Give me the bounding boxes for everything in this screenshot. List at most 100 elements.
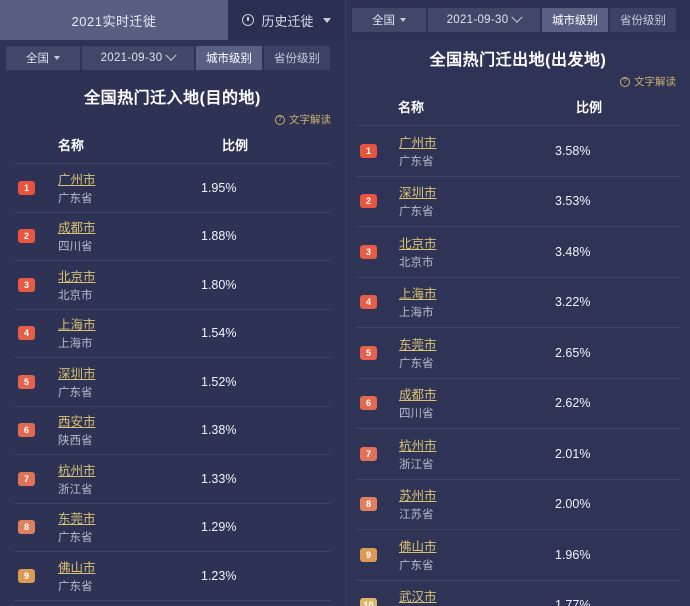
table-row[interactable]: 10苏州市江苏省1.20% bbox=[14, 599, 331, 606]
table-row[interactable]: 6 西安市 陕西省 1.38% bbox=[14, 405, 331, 455]
rank-badge: 10 bbox=[360, 598, 377, 606]
city-link[interactable]: 苏州市 bbox=[399, 489, 437, 505]
rank-badge: 7 bbox=[18, 471, 35, 486]
city-link[interactable]: 佛山市 bbox=[58, 561, 96, 577]
city-link[interactable]: 深圳市 bbox=[58, 367, 96, 383]
city-level-button-right[interactable]: 城市级别 bbox=[542, 8, 608, 32]
chevron-down-icon bbox=[400, 18, 406, 22]
city-link[interactable]: 上海市 bbox=[58, 318, 96, 334]
rank-badge: 2 bbox=[360, 194, 377, 209]
table-row[interactable]: 2 深圳市广东省 3.53% bbox=[356, 175, 680, 227]
rank-badge: 2 bbox=[18, 229, 35, 244]
cell-ratio: 1.38% bbox=[201, 423, 237, 438]
city-link[interactable]: 杭州市 bbox=[58, 464, 96, 480]
city-link[interactable]: 佛山市 bbox=[399, 540, 437, 556]
rank-badge: 4 bbox=[360, 295, 377, 310]
rank-badge: 9 bbox=[18, 568, 35, 583]
city-level-button-left[interactable]: 城市级别 bbox=[196, 46, 262, 70]
table-row[interactable]: 7 杭州市 浙江省 2.01% bbox=[356, 428, 680, 479]
inbound-table-header: 名称 比例 bbox=[0, 127, 345, 163]
date-selector-right-label: 2021-09-30 bbox=[446, 14, 509, 26]
tab-history-migration[interactable]: 历史迁徙 bbox=[228, 0, 345, 40]
table-row[interactable]: 5 深圳市 广东省 1.52% bbox=[14, 357, 331, 406]
rank-badge: 1 bbox=[18, 180, 35, 195]
question-mark-icon: ? bbox=[275, 114, 285, 125]
cell-name: 东莞市 广东省 bbox=[35, 509, 181, 545]
city-link[interactable]: 北京市 bbox=[58, 270, 96, 286]
cell-ratio: 2.62% bbox=[555, 396, 591, 411]
province-label: 广东省 bbox=[399, 155, 434, 168]
date-selector-right[interactable]: 2021-09-30 bbox=[428, 8, 540, 32]
table-row[interactable]: 1 广州市 广东省 1.95% bbox=[14, 163, 331, 212]
city-link[interactable]: 成都市 bbox=[58, 221, 96, 237]
city-link[interactable]: 武汉市 bbox=[399, 590, 437, 606]
cell-ratio: 1.54% bbox=[201, 326, 237, 341]
province-level-label-right: 省份级别 bbox=[620, 15, 666, 27]
column-header-name-right: 名称 bbox=[398, 100, 425, 115]
cell-ratio: 3.53% bbox=[555, 194, 591, 209]
cell-name: 上海市 上海市 bbox=[377, 284, 527, 320]
left-control-bar: 全国 2021-09-30 城市级别 省份级别 bbox=[0, 40, 345, 76]
province-label: 北京市 bbox=[399, 256, 434, 269]
inbound-panel-title: 全国热门迁入地(目的地) bbox=[84, 90, 261, 107]
province-level-button-right[interactable]: 省份级别 bbox=[610, 8, 676, 32]
province-label: 广东省 bbox=[399, 206, 434, 219]
province-level-button-left[interactable]: 省份级别 bbox=[264, 46, 330, 70]
city-link[interactable]: 东莞市 bbox=[399, 338, 437, 354]
city-link[interactable]: 北京市 bbox=[399, 237, 437, 253]
cell-ratio: 1.77% bbox=[555, 598, 591, 606]
rank-badge: 6 bbox=[18, 423, 35, 438]
cell-ratio: 1.95% bbox=[201, 180, 237, 195]
table-row[interactable]: 9 佛山市 广东省 1.23% bbox=[14, 551, 331, 600]
tab-realtime-migration[interactable]: 2021实时迁徙 bbox=[0, 0, 228, 40]
table-row[interactable]: 7 杭州市浙江省 1.33% bbox=[14, 454, 331, 503]
chevron-down-icon bbox=[322, 17, 331, 23]
city-link[interactable]: 西安市 bbox=[58, 415, 96, 431]
cell-name: 北京市 北京市 bbox=[35, 267, 181, 303]
cell-ratio: 1.33% bbox=[201, 471, 237, 486]
text-interpretation-label-right: 文字解读 bbox=[634, 76, 676, 88]
right-control-bar: 全国 2021-09-30 城市级别 省份级别 bbox=[346, 0, 690, 40]
table-row[interactable]: 6 成都市 四川省 2.62% bbox=[356, 377, 680, 429]
outbound-table-header: 名称 比例 bbox=[346, 89, 690, 125]
province-label: 浙江省 bbox=[58, 483, 93, 496]
question-mark-icon: ? bbox=[620, 76, 630, 87]
text-interpretation-link-left[interactable]: ? 文字解读 bbox=[0, 112, 345, 127]
city-link[interactable]: 杭州市 bbox=[399, 439, 437, 455]
cell-name: 苏州市 江苏省 bbox=[377, 486, 527, 522]
cell-ratio: 1.52% bbox=[201, 374, 237, 389]
cell-name: 成都市 四川省 bbox=[377, 385, 527, 421]
city-link[interactable]: 广州市 bbox=[399, 136, 437, 152]
province-level-label-left: 省份级别 bbox=[274, 53, 320, 65]
table-row[interactable]: 10武汉市湖北省 1.77% bbox=[356, 579, 680, 606]
table-row[interactable]: 9 佛山市 广东省 1.96% bbox=[356, 529, 680, 580]
city-link[interactable]: 广州市 bbox=[58, 173, 96, 189]
table-row[interactable]: 5 东莞市 广东省 2.65% bbox=[356, 327, 680, 378]
table-row[interactable]: 8 苏州市 江苏省 2.00% bbox=[356, 478, 680, 530]
city-link[interactable]: 东莞市 bbox=[58, 512, 96, 528]
cell-ratio: 2.01% bbox=[555, 446, 591, 461]
rank-badge: 5 bbox=[360, 345, 377, 360]
table-row[interactable]: 3 北京市 北京市 3.48% bbox=[356, 226, 680, 277]
cell-ratio: 1.96% bbox=[555, 547, 591, 562]
province-label: 广东省 bbox=[58, 532, 93, 545]
table-row[interactable]: 2 成都市 四川省 1.88% bbox=[14, 211, 331, 261]
chevron-down-icon bbox=[165, 49, 178, 61]
table-row[interactable]: 4 上海市 上海市 3.22% bbox=[356, 276, 680, 328]
date-selector-left[interactable]: 2021-09-30 bbox=[82, 46, 194, 70]
city-link[interactable]: 上海市 bbox=[399, 287, 437, 303]
column-header-ratio-left: 比例 bbox=[222, 138, 249, 153]
table-row[interactable]: 1 广州市 广东省 3.58% bbox=[356, 125, 680, 176]
cell-ratio: 3.58% bbox=[555, 143, 591, 158]
province-label: 江苏省 bbox=[399, 509, 434, 522]
region-selector-right[interactable]: 全国 bbox=[352, 8, 426, 32]
text-interpretation-link-right[interactable]: ? 文字解读 bbox=[346, 74, 690, 89]
city-link[interactable]: 深圳市 bbox=[399, 186, 437, 202]
table-row[interactable]: 4 上海市 上海市 1.54% bbox=[14, 308, 331, 358]
city-link[interactable]: 成都市 bbox=[399, 388, 437, 404]
outbound-panel-title: 全国热门迁出地(出发地) bbox=[429, 52, 607, 69]
region-selector-left[interactable]: 全国 bbox=[6, 46, 80, 70]
table-row[interactable]: 3 北京市 北京市 1.80% bbox=[14, 260, 331, 309]
table-row[interactable]: 8 东莞市 广东省 1.29% bbox=[14, 502, 331, 552]
city-level-label-right: 城市级别 bbox=[552, 15, 598, 27]
